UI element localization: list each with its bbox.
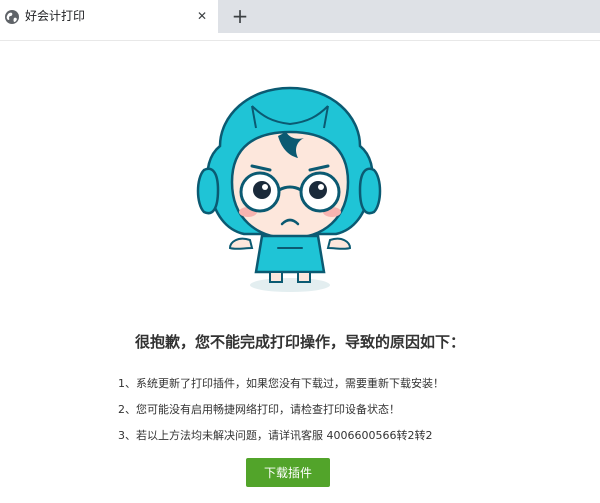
tab-divider bbox=[0, 40, 600, 41]
tab-title: 好会计打印 bbox=[25, 9, 86, 23]
reason-list: 1、系统更新了打印插件，如果您没有下载过，需要重新下载安装！ 2、您可能没有启用… bbox=[118, 377, 444, 455]
download-plugin-button[interactable]: 下载插件 bbox=[246, 458, 330, 487]
reason-item: 2、您可能没有启用畅捷网络打印，请检查打印设备状态！ bbox=[118, 403, 400, 416]
tab-strip: 好会计打印 ✕ + bbox=[0, 0, 600, 33]
reason-item: 1、系统更新了打印插件，如果您没有下载过，需要重新下载安装！ bbox=[118, 377, 444, 390]
new-tab-button[interactable]: + bbox=[229, 5, 251, 27]
reason-item: 3、若以上方法均未解决问题，请详讯客服 4006600566转2转2 bbox=[118, 429, 433, 442]
confused-mascot-illustration bbox=[196, 86, 382, 292]
browser-tab[interactable]: 好会计打印 ✕ bbox=[0, 0, 218, 33]
tab-close-button[interactable]: ✕ bbox=[194, 8, 210, 24]
error-headline: 很抱歉，您不能完成打印操作，导致的原因如下： bbox=[134, 333, 465, 351]
globe-icon bbox=[5, 10, 19, 24]
